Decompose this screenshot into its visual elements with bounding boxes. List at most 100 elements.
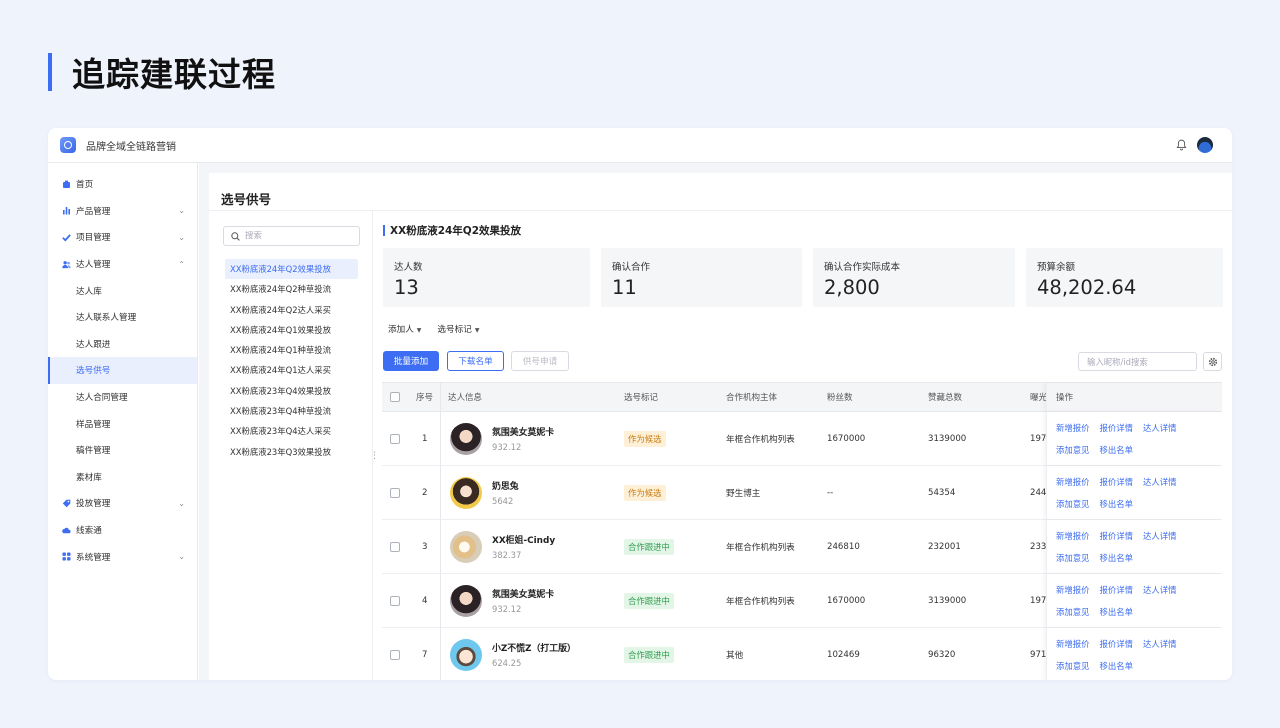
quote-detail-link[interactable]: 报价详情	[1100, 638, 1134, 650]
row-actions: 新增报价 报价详情 达人详情添加意见 移出名单	[1046, 574, 1222, 627]
campaign-item[interactable]: XX粉底液23年Q4达人采买	[225, 421, 358, 441]
add-comment-link[interactable]: 添加意见	[1056, 498, 1090, 510]
row-checkbox[interactable]	[390, 487, 400, 498]
gear-icon	[1208, 357, 1217, 366]
campaign-item[interactable]: XX粉底液23年Q4效果投放	[225, 381, 358, 401]
quote-detail-link[interactable]: 报价详情	[1100, 476, 1134, 488]
bell-icon[interactable]	[1176, 139, 1187, 151]
column-divider	[440, 574, 441, 627]
caret-down-icon: ▼	[416, 327, 422, 334]
select-all-checkbox[interactable]	[390, 392, 400, 402]
campaign-item[interactable]: XX粉底液24年Q2种草投流	[225, 279, 358, 299]
stat-value: 2,800	[824, 276, 880, 299]
sidebar-item-label: 稿件管理	[76, 446, 111, 457]
add-comment-link[interactable]: 添加意见	[1056, 660, 1090, 672]
sidebar-item-influencer[interactable]: 达人管理 ⌃	[48, 251, 197, 278]
add-quote-link[interactable]: 新增报价	[1056, 638, 1090, 650]
campaign-item[interactable]: XX粉底液24年Q1种草投流	[225, 340, 358, 360]
top-bar: 品牌全域全链路营销	[48, 128, 1232, 163]
row-checkbox[interactable]	[390, 433, 400, 444]
sidebar-item-material-library[interactable]: 素材库	[48, 464, 197, 491]
add-comment-link[interactable]: 添加意见	[1056, 552, 1090, 564]
sidebar-item-system[interactable]: 系统管理 ⌄	[48, 543, 197, 570]
sidebar-item-contract-management[interactable]: 达人合同管理	[48, 384, 197, 411]
sidebar-item-home[interactable]: 首页	[48, 171, 197, 198]
add-quote-link[interactable]: 新增报价	[1056, 584, 1090, 596]
table-header: 序号 达人信息 选号标记 合作机构主体 粉丝数 赞藏总数 曝光 操作	[382, 382, 1222, 412]
campaign-search[interactable]	[223, 226, 360, 246]
campaign-item[interactable]: XX粉底液24年Q2效果投放	[225, 259, 358, 280]
sidebar-item-manuscript-management[interactable]: 稿件管理	[48, 437, 197, 464]
influencer-score: 932.12	[492, 442, 522, 452]
settings-button[interactable]	[1203, 352, 1222, 371]
download-list-button[interactable]: 下载名单	[447, 351, 504, 371]
influencer-name: 氛围美女莫妮卡	[492, 590, 555, 600]
influencer-info[interactable]: 奶思兔 5642	[450, 466, 519, 519]
influencer-detail-link[interactable]: 达人详情	[1143, 476, 1177, 488]
stat-card: 确认合作 11	[601, 248, 802, 307]
remove-from-list-link[interactable]: 移出名单	[1100, 552, 1134, 564]
campaign-item[interactable]: XX粉底液24年Q2达人采买	[225, 300, 358, 320]
exposure-cell: 233	[1030, 541, 1046, 552]
sidebar-item-project[interactable]: 项目管理 ⌄	[48, 224, 197, 251]
add-comment-link[interactable]: 添加意见	[1056, 606, 1090, 618]
sidebar-item-label: 达人合同管理	[76, 393, 128, 404]
sidebar-item-product[interactable]: 产品管理 ⌄	[48, 198, 197, 225]
table-row: 4 氛围美女莫妮卡 932.12 合作跟进中 年框合作机构列表 1670000 313900…	[382, 574, 1222, 628]
add-person-filter[interactable]: 添加人 ▼	[388, 323, 421, 335]
campaign-item[interactable]: XX粉底液23年Q4种草投流	[225, 401, 358, 421]
remove-from-list-link[interactable]: 移出名单	[1100, 498, 1134, 510]
row-checkbox[interactable]	[390, 541, 400, 552]
campaign-item[interactable]: XX粉底液24年Q1达人采买	[225, 360, 358, 380]
grid-icon	[62, 552, 71, 561]
influencer-detail-link[interactable]: 达人详情	[1143, 530, 1177, 542]
influencer-detail-link[interactable]: 达人详情	[1143, 584, 1177, 596]
likes-cell: 96320	[928, 649, 956, 660]
quote-detail-link[interactable]: 报价详情	[1100, 422, 1134, 434]
likes-cell: 232001	[928, 541, 961, 552]
avatar	[450, 584, 482, 617]
chevron-up-icon: ⌃	[178, 259, 185, 269]
campaign-item[interactable]: XX粉底液24年Q1效果投放	[225, 320, 358, 340]
chart-icon	[62, 206, 71, 215]
influencer-info[interactable]: 氛围美女莫妮卡 932.12	[450, 412, 554, 465]
supply-request-button[interactable]: 供号申请	[511, 351, 569, 371]
sidebar-item-influencer-followup[interactable]: 达人跟进	[48, 331, 197, 358]
campaign-item[interactable]: XX粉底液23年Q3效果投放	[225, 442, 358, 462]
selection-tag-filter[interactable]: 选号标记 ▼	[437, 323, 479, 335]
influencer-info[interactable]: 小Z不慌Z（打工版） 624.25	[450, 628, 576, 680]
campaign-search-input[interactable]	[245, 231, 345, 241]
influencer-detail-link[interactable]: 达人详情	[1143, 638, 1177, 650]
influencer-detail-link[interactable]: 达人详情	[1143, 422, 1177, 434]
add-comment-link[interactable]: 添加意见	[1056, 444, 1090, 456]
sidebar-item-account-selection[interactable]: 选号供号	[48, 357, 197, 384]
sidebar-item-leads[interactable]: 线索通	[48, 517, 197, 544]
sidebar-item-sample-management[interactable]: 样品管理	[48, 410, 197, 437]
header-index: 序号	[416, 393, 434, 403]
status-badge: 合作跟进中	[624, 646, 674, 663]
influencer-info[interactable]: 氛围美女莫妮卡 932.12	[450, 574, 554, 627]
influencer-search-input[interactable]	[1078, 352, 1197, 371]
sidebar-item-influencer-library[interactable]: 达人库	[48, 277, 197, 304]
remove-from-list-link[interactable]: 移出名单	[1100, 660, 1134, 672]
sidebar-item-delivery[interactable]: 投放管理 ⌄	[48, 490, 197, 517]
add-quote-link[interactable]: 新增报价	[1056, 476, 1090, 488]
tag-cell: 合作跟进中	[624, 628, 674, 680]
remove-from-list-link[interactable]: 移出名单	[1100, 606, 1134, 618]
quote-detail-link[interactable]: 报价详情	[1100, 530, 1134, 542]
quote-detail-link[interactable]: 报价详情	[1100, 584, 1134, 596]
remove-from-list-link[interactable]: 移出名单	[1100, 444, 1134, 456]
row-checkbox[interactable]	[390, 649, 400, 660]
add-quote-link[interactable]: 新增报价	[1056, 422, 1090, 434]
user-avatar[interactable]	[1197, 137, 1213, 153]
add-quote-link[interactable]: 新增报价	[1056, 530, 1090, 542]
batch-add-button[interactable]: 批量添加	[383, 351, 439, 371]
influencer-info[interactable]: XX柜姐-Cindy 382.37	[450, 520, 555, 573]
sidebar-item-label: 达人联系人管理	[76, 313, 137, 324]
influencer-score: 624.25	[492, 658, 522, 668]
status-badge: 合作跟进中	[624, 538, 674, 555]
sidebar-item-influencer-contacts[interactable]: 达人联系人管理	[48, 304, 197, 331]
row-checkbox[interactable]	[390, 595, 400, 606]
sidebar-item-label: 项目管理	[76, 233, 111, 244]
row-checkbox-cell	[390, 412, 400, 465]
